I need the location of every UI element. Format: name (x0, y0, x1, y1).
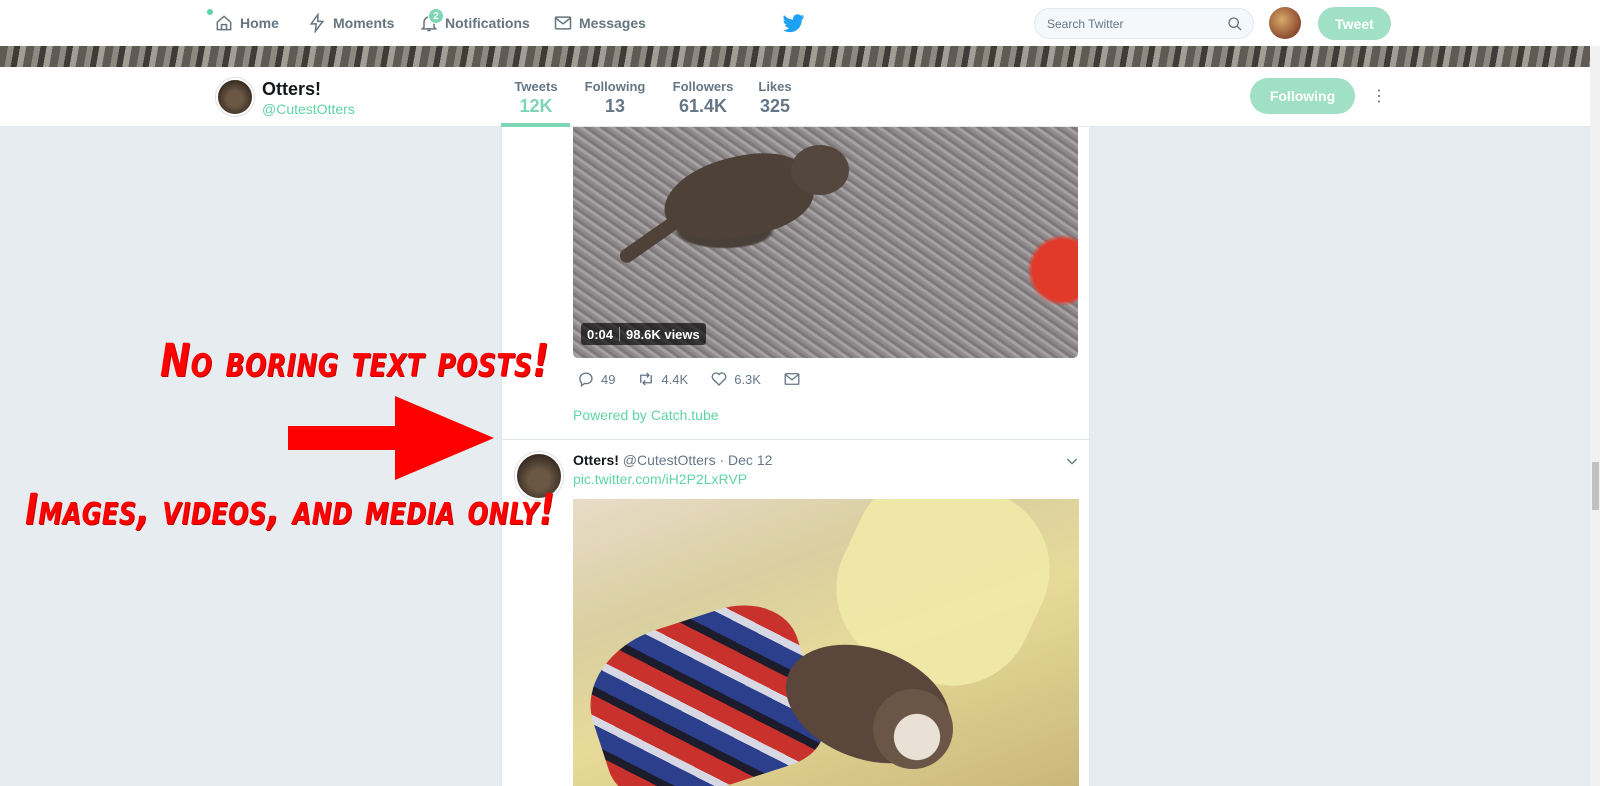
nav-moments-label: Moments (333, 15, 395, 31)
heart-icon (711, 372, 727, 386)
profile-name[interactable]: Otters! (262, 79, 321, 100)
stat-likes-label: Likes (758, 79, 792, 94)
more-options-icon[interactable]: ⋮ (1371, 87, 1387, 107)
chevron-down-icon[interactable] (1064, 453, 1080, 469)
tweet-video[interactable]: 0:04 98.6K views (573, 127, 1078, 358)
reply-count: 49 (601, 371, 616, 387)
profile-avatar[interactable] (216, 78, 254, 116)
tweet-meta[interactable]: @CutestOtters · Dec 12 (623, 452, 773, 468)
profile-navbar: Otters! @CutestOtters Tweets 12K Followi… (0, 67, 1600, 127)
profile-handle[interactable]: @CutestOtters (262, 101, 355, 117)
tweet-pic-link[interactable]: pic.twitter.com/iH2P2LxRVP (573, 471, 747, 487)
stat-tweets-value: 12K (519, 96, 553, 116)
stat-followers-label: Followers (672, 79, 734, 94)
nav-messages-label: Messages (579, 15, 646, 31)
twitter-bird-icon[interactable] (783, 13, 805, 33)
search-input[interactable]: Search Twitter (1034, 8, 1254, 39)
tweet-divider (502, 439, 1089, 440)
retweet-action[interactable]: 4.4K (637, 370, 688, 388)
dm-action[interactable] (783, 370, 801, 388)
video-duration: 0:04 (587, 326, 614, 342)
stat-followers[interactable]: Followers 61.4K (671, 79, 735, 117)
tweet-header: Otters! @CutestOtters · Dec 12 (573, 452, 772, 468)
envelope-icon (554, 16, 572, 30)
stat-tweets[interactable]: Tweets 12K (506, 79, 566, 117)
lightning-icon (309, 13, 325, 33)
stat-tweets-label: Tweets (514, 79, 558, 94)
nav-home[interactable]: Home (214, 0, 279, 46)
new-indicator-dot (207, 9, 213, 15)
retweet-icon (640, 372, 653, 386)
nav-moments[interactable]: Moments (307, 0, 394, 46)
video-otter-head (791, 145, 849, 195)
notifications-badge: 2 (428, 8, 444, 24)
profile-banner (0, 46, 1590, 67)
tweet-button[interactable]: Tweet (1318, 7, 1391, 40)
following-button[interactable]: Following (1250, 78, 1355, 114)
scrollbar-thumb[interactable] (1592, 462, 1599, 510)
stat-following-value: 13 (604, 96, 626, 116)
top-navbar: Home Moments Notifications 2 Messages Se… (0, 0, 1600, 46)
stat-following-label: Following (584, 79, 646, 94)
like-action[interactable]: 6.3K (710, 370, 761, 388)
annotation-top: No boring text posts! (160, 335, 550, 388)
tweet-actions: 49 4.4K 6.3K (577, 368, 823, 390)
retweet-count: 4.4K (661, 371, 689, 387)
home-icon (216, 15, 232, 31)
nav-notifications-label: Notifications (445, 15, 530, 31)
scrollbar-track[interactable] (1590, 46, 1600, 786)
search-placeholder: Search Twitter (1047, 16, 1124, 31)
reply-action[interactable]: 49 (577, 370, 615, 388)
user-avatar[interactable] (1269, 7, 1301, 39)
reply-icon (579, 372, 593, 388)
nav-home-label: Home (240, 15, 279, 31)
annotation-bottom: Images, videos, and media only! (25, 485, 555, 535)
stat-likes[interactable]: Likes 325 (755, 79, 795, 117)
red-arrow-icon (288, 396, 494, 480)
photo-otter-face (873, 689, 953, 769)
video-views: 98.6K views (626, 326, 700, 342)
badge-separator (619, 327, 621, 341)
timeline: 0:04 98.6K views 49 4.4K 6.3K Powered by… (501, 127, 1090, 786)
tweet-photo[interactable] (573, 499, 1079, 786)
video-info-badge: 0:04 98.6K views (581, 323, 706, 345)
stat-following[interactable]: Following 13 (583, 79, 647, 117)
powered-by-link[interactable]: Powered by Catch.tube (573, 407, 719, 423)
search-icon[interactable] (1227, 16, 1243, 32)
envelope-icon (784, 373, 800, 385)
stat-followers-value: 61.4K (678, 96, 728, 116)
stat-likes-value: 325 (759, 96, 791, 116)
nav-messages[interactable]: Messages (553, 0, 646, 46)
like-count: 6.3K (734, 371, 761, 387)
tweet-author-name[interactable]: Otters! (573, 452, 619, 468)
